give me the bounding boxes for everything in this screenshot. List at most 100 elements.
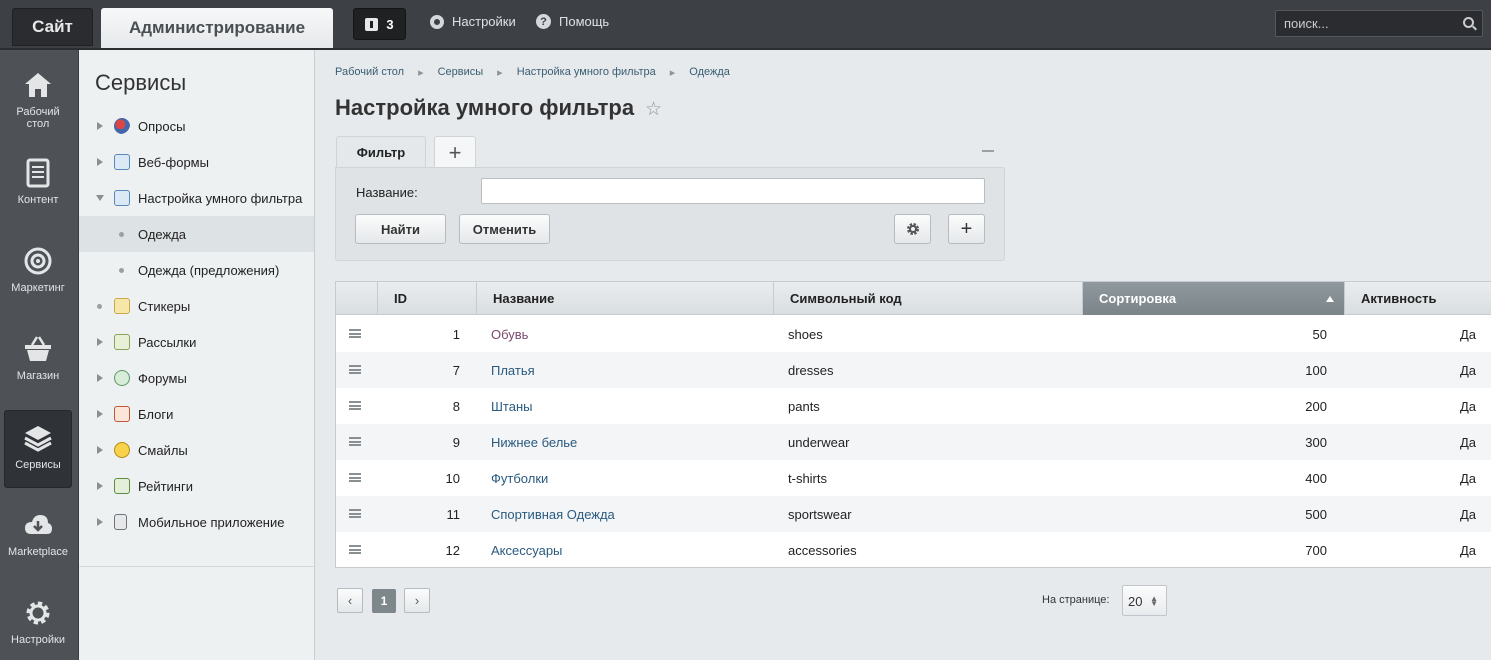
prev-page-button[interactable]: ‹: [337, 588, 363, 613]
column-header-name[interactable]: Название: [476, 282, 773, 315]
sidebar-item-webforms[interactable]: Веб-формы: [79, 144, 314, 180]
sidebar-item-mobile-app[interactable]: Мобильное приложение: [79, 504, 314, 540]
expand-arrow-icon[interactable]: [97, 122, 103, 130]
column-header-id[interactable]: ID: [377, 282, 476, 315]
cell-code: pants: [788, 398, 820, 414]
row-menu-icon[interactable]: [349, 401, 361, 410]
webform-icon: [114, 154, 130, 170]
cell-name-link[interactable]: Платья: [491, 352, 535, 388]
forum-icon: [114, 370, 130, 386]
expand-arrow-icon[interactable]: [97, 482, 103, 490]
filter-tab[interactable]: Фильтр: [336, 136, 426, 168]
cell-name-link[interactable]: Спортивная Одежда: [491, 496, 615, 532]
sidebar-item-blogs[interactable]: Блоги: [79, 396, 314, 432]
iconbar-label: Магазин: [16, 370, 60, 382]
collapse-arrow-icon[interactable]: [96, 195, 104, 201]
cancel-button[interactable]: Отменить: [459, 214, 550, 244]
sidebar-item-label: Форумы: [138, 370, 187, 386]
cell-name-link[interactable]: Обувь: [491, 316, 528, 352]
find-button[interactable]: Найти: [355, 214, 446, 244]
iconbar-item-settings[interactable]: Настройки: [4, 586, 72, 660]
breadcrumb-item-services[interactable]: Сервисы: [438, 66, 484, 79]
help-icon: ?: [536, 14, 551, 29]
next-page-button[interactable]: ›: [404, 588, 430, 613]
row-menu-icon[interactable]: [349, 509, 361, 518]
add-filter-field-button[interactable]: +: [948, 214, 985, 244]
per-page-label: На странице:: [1042, 594, 1110, 606]
sidebar-divider: [79, 566, 314, 567]
sidebar-item-mailings[interactable]: Рассылки: [79, 324, 314, 360]
smile-icon: [114, 442, 130, 458]
sidebar-item-stickers[interactable]: Стикеры: [79, 288, 314, 324]
sidebar: Сервисы Опросы Веб-формы Настройка умног…: [79, 50, 315, 660]
current-page-button[interactable]: 1: [372, 589, 396, 613]
sidebar-item-ratings[interactable]: Рейтинги: [79, 468, 314, 504]
basket-icon: [25, 336, 51, 361]
expand-arrow-icon[interactable]: [97, 518, 103, 526]
filter-settings-button[interactable]: [894, 214, 931, 244]
settings-link[interactable]: Настройки: [430, 14, 516, 29]
expand-arrow-icon[interactable]: [97, 158, 103, 166]
help-label: Помощь: [559, 14, 610, 29]
blog-icon: [114, 406, 130, 422]
notifications-button[interactable]: 3: [353, 8, 406, 40]
expand-arrow-icon[interactable]: [97, 374, 103, 382]
column-header-sort[interactable]: Сортировка: [1082, 282, 1344, 315]
sidebar-item-clothes[interactable]: Одежда: [79, 216, 314, 252]
cell-name-link[interactable]: Штаны: [491, 388, 532, 424]
sidebar-item-smiles[interactable]: Смайлы: [79, 432, 314, 468]
site-tab[interactable]: Сайт: [12, 8, 93, 46]
iconbar-item-desktop[interactable]: Рабочий стол: [4, 58, 72, 136]
sidebar-item-label: Смайлы: [138, 442, 188, 458]
cell-active: Да: [1459, 398, 1476, 414]
breadcrumb-item-desktop[interactable]: Рабочий стол: [335, 66, 404, 79]
cell-name-link[interactable]: Аксессуары: [491, 532, 562, 568]
sidebar-item-smart-filter[interactable]: Настройка умного фильтра: [79, 180, 314, 216]
admin-tab[interactable]: Администрирование: [101, 8, 333, 48]
table-row[interactable]: 10 Футболки t-shirts 400 Да: [336, 460, 1491, 496]
table-row[interactable]: 7 Платья dresses 100 Да: [336, 352, 1491, 388]
table-row[interactable]: 11 Спортивная Одежда sportswear 500 Да: [336, 496, 1491, 532]
sidebar-item-polls[interactable]: Опросы: [79, 108, 314, 144]
row-menu-icon[interactable]: [349, 545, 361, 554]
expand-arrow-icon[interactable]: [97, 338, 103, 346]
iconbar-item-content[interactable]: Контент: [4, 146, 72, 224]
filter-settings-icon: [114, 190, 130, 206]
cell-active: Да: [1459, 434, 1476, 450]
table-row[interactable]: 12 Аксессуары accessories 700 Да: [336, 532, 1491, 568]
add-filter-tab-button[interactable]: +: [434, 136, 476, 168]
sidebar-item-forums[interactable]: Форумы: [79, 360, 314, 396]
row-menu-icon[interactable]: [349, 329, 361, 338]
search-icon[interactable]: [1463, 17, 1474, 28]
cell-sort: 500: [1305, 506, 1327, 522]
column-header-active[interactable]: Активность: [1344, 282, 1491, 315]
name-filter-input[interactable]: [481, 178, 985, 204]
search-placeholder: поиск...: [1284, 16, 1329, 31]
iconbar-item-shop[interactable]: Магазин: [4, 322, 72, 400]
favorite-star-icon[interactable]: ☆: [645, 98, 662, 121]
table-row[interactable]: 1 Обувь shoes 50 Да: [336, 316, 1491, 352]
cell-name-link[interactable]: Нижнее белье: [491, 424, 577, 460]
spinner-arrows-icon: ▲ ▼: [1150, 594, 1158, 608]
help-link[interactable]: ? Помощь: [536, 14, 609, 29]
table-row[interactable]: 8 Штаны pants 200 Да: [336, 388, 1491, 424]
row-menu-icon[interactable]: [349, 473, 361, 482]
notifications-count: 3: [386, 16, 394, 32]
table-row[interactable]: 9 Нижнее белье underwear 300 Да: [336, 424, 1491, 460]
expand-arrow-icon[interactable]: [97, 410, 103, 418]
minimize-filter-icon[interactable]: [982, 150, 994, 152]
search-input[interactable]: поиск...: [1275, 10, 1483, 37]
sidebar-item-clothes-offers[interactable]: Одежда (предложения): [79, 252, 314, 288]
per-page-select[interactable]: 20 ▲ ▼: [1122, 585, 1167, 616]
row-menu-icon[interactable]: [349, 437, 361, 446]
column-header-code[interactable]: Символьный код: [773, 282, 1082, 315]
expand-arrow-icon[interactable]: [97, 446, 103, 454]
cell-name-link[interactable]: Футболки: [491, 460, 548, 496]
cell-active: Да: [1459, 542, 1476, 558]
row-menu-icon[interactable]: [349, 365, 361, 374]
breadcrumb-item-smart-filter[interactable]: Настройка умного фильтра: [517, 66, 656, 79]
iconbar-item-marketplace[interactable]: Marketplace: [4, 498, 72, 576]
iconbar-item-services[interactable]: Сервисы: [4, 410, 72, 488]
breadcrumb-item-clothes[interactable]: Одежда: [689, 66, 730, 79]
iconbar-item-marketing[interactable]: Маркетинг: [4, 234, 72, 312]
